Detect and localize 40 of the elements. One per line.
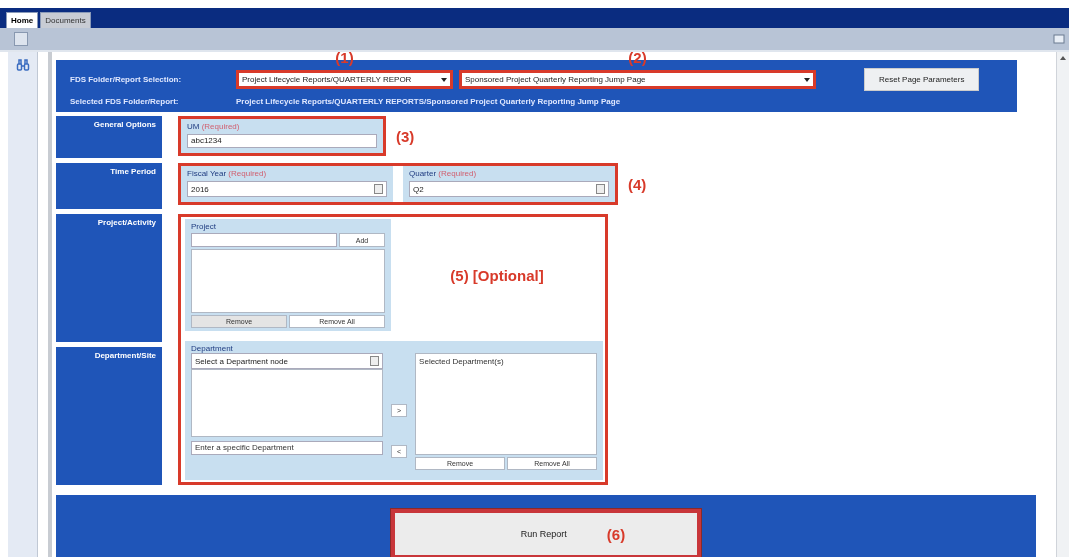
scrollbar[interactable] <box>1056 52 1069 557</box>
binoculars-icon[interactable] <box>15 58 30 72</box>
run-report-button[interactable]: Run Report (6) <box>391 509 701 557</box>
panel-title: Project <box>191 222 217 231</box>
caret-icon <box>804 77 810 82</box>
folder-select[interactable]: Project Lifecycle Reports/QUARTERLY REPOR <box>239 73 450 86</box>
report-select[interactable]: Sponsored Project Quarterly Reporting Jump Page <box>462 73 813 86</box>
panel-icon[interactable] <box>14 32 28 46</box>
department-select[interactable]: Select a Department node <box>191 353 383 369</box>
scroll-up-icon[interactable] <box>1060 56 1066 60</box>
period-select[interactable]: 2016 <box>187 181 387 197</box>
field-label: UM (Required) <box>187 122 241 131</box>
selected-departments-list[interactable]: Selected Department(s) <box>415 353 597 455</box>
project-list[interactable] <box>191 249 385 313</box>
caret-icon <box>441 77 447 82</box>
period-select[interactable]: Q2 <box>409 181 609 197</box>
section-label: Department/Site <box>56 347 162 485</box>
annotation-text: (5) [Optional] <box>449 265 545 286</box>
section-label: General Options <box>56 116 162 158</box>
folder-label: FDS Folder/Report Selection: <box>70 75 183 84</box>
caret-icon <box>596 184 605 194</box>
tab[interactable]: Home <box>6 12 39 28</box>
selected-label: Selected FDS Folder/Report: <box>70 97 180 106</box>
department-tree[interactable] <box>191 369 383 437</box>
reset-button[interactable]: Reset Page Parameters <box>864 68 980 91</box>
project-field[interactable] <box>191 233 337 247</box>
panel-title: Department <box>191 344 234 353</box>
um-field[interactable]: abc1234 <box>187 134 377 148</box>
selected-report-path: Project Lifecycle Reports/QUARTERLY REPORTS/Sponsored Project Quarterly Reporting Jump Page <box>236 97 621 106</box>
tab[interactable]: Documents <box>40 12 91 28</box>
annotation-number: (4) <box>628 175 647 193</box>
field-label: Fiscal Year (Required) <box>187 169 268 178</box>
department-search-field[interactable]: Enter a specific Department <box>191 441 383 455</box>
section-label: Project/Activity <box>56 214 162 342</box>
caret-icon <box>370 356 379 366</box>
section-label: Time Period <box>56 163 162 209</box>
annotation-number: (3) <box>396 127 415 145</box>
field-label: Quarter (Required) <box>409 169 478 178</box>
caret-icon <box>374 184 383 194</box>
window-icon[interactable] <box>1053 33 1065 45</box>
